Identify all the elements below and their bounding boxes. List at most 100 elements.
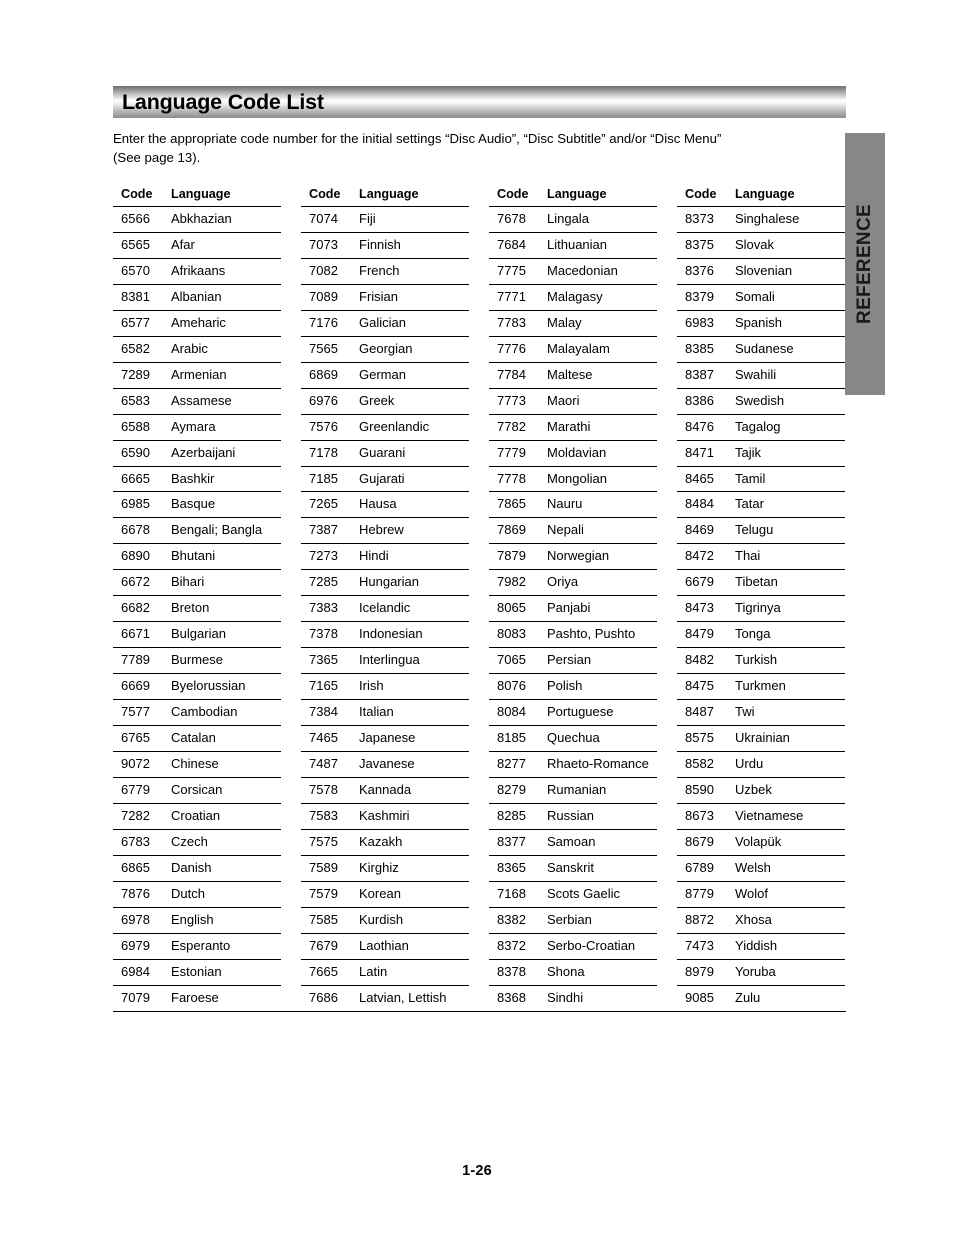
cell-language: Finnish (355, 232, 469, 259)
table-row: 8185 Quechua (489, 725, 657, 753)
table-row: 7082 French (301, 258, 469, 285)
cell-code: 7282 (113, 803, 167, 830)
table-row: 7865 Nauru (489, 491, 657, 519)
table-row: 7982 Oriya (489, 569, 657, 597)
cell-code: 6672 (113, 569, 167, 597)
cell-code: 7789 (113, 647, 167, 675)
cell-language: Kazakh (355, 829, 469, 856)
table-row: 6983 Spanish (677, 310, 845, 337)
table-row: 8469 Telugu (677, 517, 845, 545)
cell-code: 7575 (301, 829, 355, 856)
cell-code: 7074 (301, 206, 355, 233)
table-row: 6985 Basque (113, 491, 281, 519)
cell-language: Tonga (731, 621, 845, 649)
cell-code: 7073 (301, 232, 355, 259)
cell-language: Latin (355, 959, 469, 986)
cell-code: 8065 (489, 595, 543, 623)
table-row: 7585 Kurdish (301, 907, 469, 934)
cell-code: 8376 (677, 258, 731, 285)
table-row: 6672 Bihari (113, 569, 281, 597)
cell-language: Ukrainian (731, 725, 845, 753)
cell-code: 8365 (489, 855, 543, 882)
cell-language: Kannada (355, 777, 469, 804)
cell-language: Serbo-Croatian (543, 933, 657, 960)
table-row: 7576 Greenlandic (301, 414, 469, 441)
table-row: 7678 Lingala (489, 206, 657, 233)
table-row: 7565 Georgian (301, 336, 469, 363)
cell-language: Moldavian (543, 440, 657, 467)
table-column-group-4: Code Language 8373 Singhalese 8375 Slovak 8376… (677, 182, 845, 1011)
cell-language: Malagasy (543, 284, 657, 311)
cell-code: 6583 (113, 388, 167, 415)
cell-language: Azerbaijani (167, 440, 281, 467)
table-row: 8482 Turkish (677, 647, 845, 675)
cell-code: 7678 (489, 206, 543, 233)
cell-language: Tigrinya (731, 595, 845, 623)
table-row: 8387 Swahili (677, 362, 845, 389)
cell-language: Breton (167, 595, 281, 623)
cell-code: 6577 (113, 310, 167, 337)
table-row: 7771 Malagasy (489, 284, 657, 311)
cell-code: 6983 (677, 310, 731, 337)
table-row: 6570 Afrikaans (113, 258, 281, 285)
cell-code: 7589 (301, 855, 355, 882)
cell-language: Bashkir (167, 466, 281, 493)
table-row: 7065 Persian (489, 647, 657, 675)
table-row: 8065 Panjabi (489, 595, 657, 623)
cell-code: 7684 (489, 232, 543, 259)
cell-language: Arabic (167, 336, 281, 363)
cell-code: 8083 (489, 621, 543, 649)
table-row: 8285 Russian (489, 803, 657, 830)
cell-code: 8476 (677, 414, 731, 441)
column-header-language: Language (731, 182, 845, 207)
column-header-code: Code (301, 182, 355, 207)
code-language-table: Code Language 6566 Abkhazian 6565 Afar 6570 Afr… (113, 182, 281, 1011)
cell-language: Cambodian (167, 699, 281, 727)
cell-code: 7383 (301, 595, 355, 623)
table-row: 6582 Arabic (113, 336, 281, 363)
cell-code: 8372 (489, 933, 543, 960)
cell-code: 7065 (489, 647, 543, 675)
table-row: 6665 Bashkir (113, 466, 281, 493)
cell-code: 8377 (489, 829, 543, 856)
cell-language: Albanian (167, 284, 281, 311)
cell-code: 8382 (489, 907, 543, 934)
table-row: 7089 Frisian (301, 284, 469, 311)
table-row: 8365 Sanskrit (489, 855, 657, 882)
table-row: 8076 Polish (489, 673, 657, 701)
cell-code: 8386 (677, 388, 731, 415)
cell-code: 7165 (301, 673, 355, 701)
table-row: 8376 Slovenian (677, 258, 845, 285)
table-row: 6783 Czech (113, 829, 281, 856)
table-row: 6779 Corsican (113, 777, 281, 804)
cell-code: 8381 (113, 284, 167, 311)
table-row: 7589 Kirghiz (301, 855, 469, 882)
column-header-language: Language (355, 182, 469, 207)
table-header-row: Code Language (301, 182, 469, 207)
table-row: 6671 Bulgarian (113, 621, 281, 649)
column-header-code: Code (113, 182, 167, 207)
cell-language: Basque (167, 491, 281, 519)
cell-language: Tibetan (731, 569, 845, 597)
cell-code: 6679 (677, 569, 731, 597)
intro-line-2: (See page 13). (113, 149, 201, 165)
table-row: 8475 Turkmen (677, 673, 845, 701)
table-row: 7383 Icelandic (301, 595, 469, 623)
table-row: 6865 Danish (113, 855, 281, 882)
cell-code: 8872 (677, 907, 731, 934)
cell-language: Marathi (543, 414, 657, 441)
cell-language: Turkmen (731, 673, 845, 701)
cell-language: Macedonian (543, 258, 657, 285)
cell-language: Chinese (167, 751, 281, 778)
cell-language: Lingala (543, 206, 657, 233)
table-row: 7583 Kashmiri (301, 803, 469, 830)
cell-code: 7082 (301, 258, 355, 285)
cell-language: Norwegian (543, 543, 657, 571)
table-row: 8679 Volapük (677, 829, 845, 856)
cell-language: Twi (731, 699, 845, 727)
table-row: 6976 Greek (301, 388, 469, 415)
table-row: 7775 Macedonian (489, 258, 657, 285)
cell-language: Tatar (731, 491, 845, 519)
column-header-language: Language (167, 182, 281, 207)
table-row: 9085 Zulu (677, 985, 845, 1010)
